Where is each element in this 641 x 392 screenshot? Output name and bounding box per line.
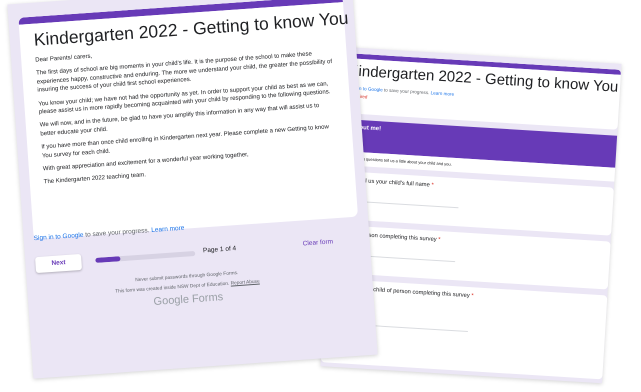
- required-asterisk: *: [438, 237, 441, 244]
- form-page-1-sheet: Kindergarten 2022 - Getting to know You …: [7, 0, 378, 379]
- learn-more-link[interactable]: Learn more: [151, 225, 185, 234]
- section-title: All about me!: [342, 124, 382, 133]
- clear-form-button[interactable]: Clear form: [303, 238, 334, 247]
- page-indicator: Page 1 of 4: [202, 245, 237, 255]
- signin-text: to save your progress.: [382, 87, 430, 96]
- form-header-card: Kindergarten 2022 - Getting to know You …: [336, 52, 622, 130]
- required-asterisk: *: [431, 182, 434, 189]
- next-button[interactable]: Next: [35, 253, 83, 274]
- form-header-card: Kindergarten 2022 - Getting to know You …: [18, 0, 358, 240]
- progress-bar-fill: [95, 256, 121, 263]
- progress-bar: [95, 251, 196, 263]
- required-asterisk: *: [471, 293, 474, 300]
- learn-more-link[interactable]: Learn more: [430, 90, 454, 96]
- question-card-child-name: Please tell us your child's full name * …: [329, 170, 614, 236]
- report-abuse-link[interactable]: Report Abuse: [231, 280, 260, 287]
- form-description: Dear Parents/ carers, The first days of …: [35, 36, 340, 187]
